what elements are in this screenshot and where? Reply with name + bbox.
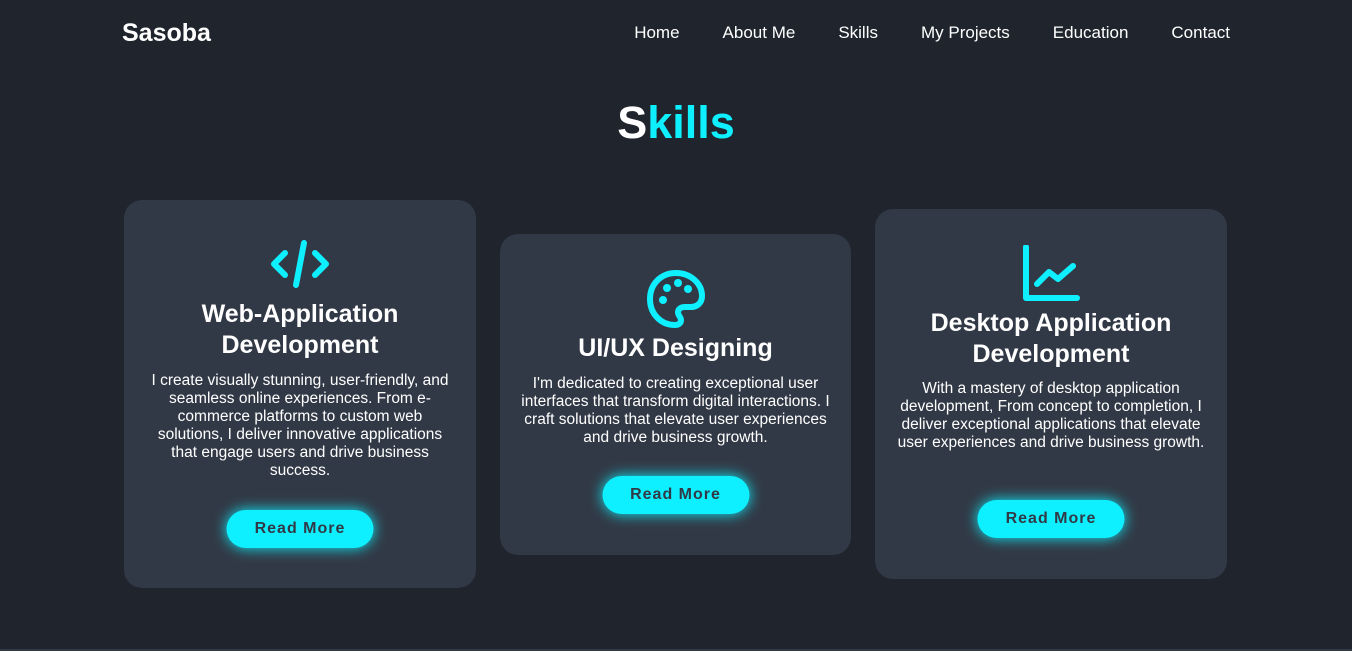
skill-card-desktop-application: Desktop Application Development With a m… (875, 209, 1227, 579)
nav-link-home[interactable]: Home (634, 22, 679, 44)
section-heading: Skills (0, 96, 1352, 150)
nav-link-skills[interactable]: Skills (838, 22, 878, 44)
heading-first-letter: S (617, 97, 648, 148)
card-description: I create visually stunning, user-friendl… (151, 372, 449, 479)
site-header: Sasoba Home About Me Skills My Projects … (0, 0, 1352, 66)
card-title: Web-Application Development (201, 300, 399, 359)
card-description: With a mastery of desktop application de… (897, 380, 1205, 451)
card-description: I'm dedicated to creating exceptional us… (521, 375, 830, 446)
card-title: UI/UX Designing (578, 334, 773, 362)
nav-link-my-projects[interactable]: My Projects (921, 22, 1010, 44)
nav-link-contact[interactable]: Contact (1171, 22, 1230, 44)
read-more-button[interactable]: Read More (977, 500, 1125, 538)
heading-accent: kills (647, 97, 735, 148)
logo[interactable]: Sasoba (122, 16, 211, 50)
card-title: Desktop Application Development (930, 309, 1172, 368)
palette-icon (500, 268, 851, 330)
skill-card-web-application: Web-Application Development I create vis… (124, 200, 476, 588)
main-nav: Home About Me Skills My Projects Educati… (634, 22, 1230, 44)
read-more-button[interactable]: Read More (226, 510, 374, 548)
nav-link-education[interactable]: Education (1053, 22, 1129, 44)
nav-link-about-me[interactable]: About Me (723, 22, 796, 44)
skill-card-ui-ux: UI/UX Designing I'm dedicated to creatin… (500, 234, 851, 555)
read-more-button[interactable]: Read More (602, 476, 749, 514)
line-chart-icon (875, 245, 1227, 303)
code-icon (124, 236, 476, 292)
